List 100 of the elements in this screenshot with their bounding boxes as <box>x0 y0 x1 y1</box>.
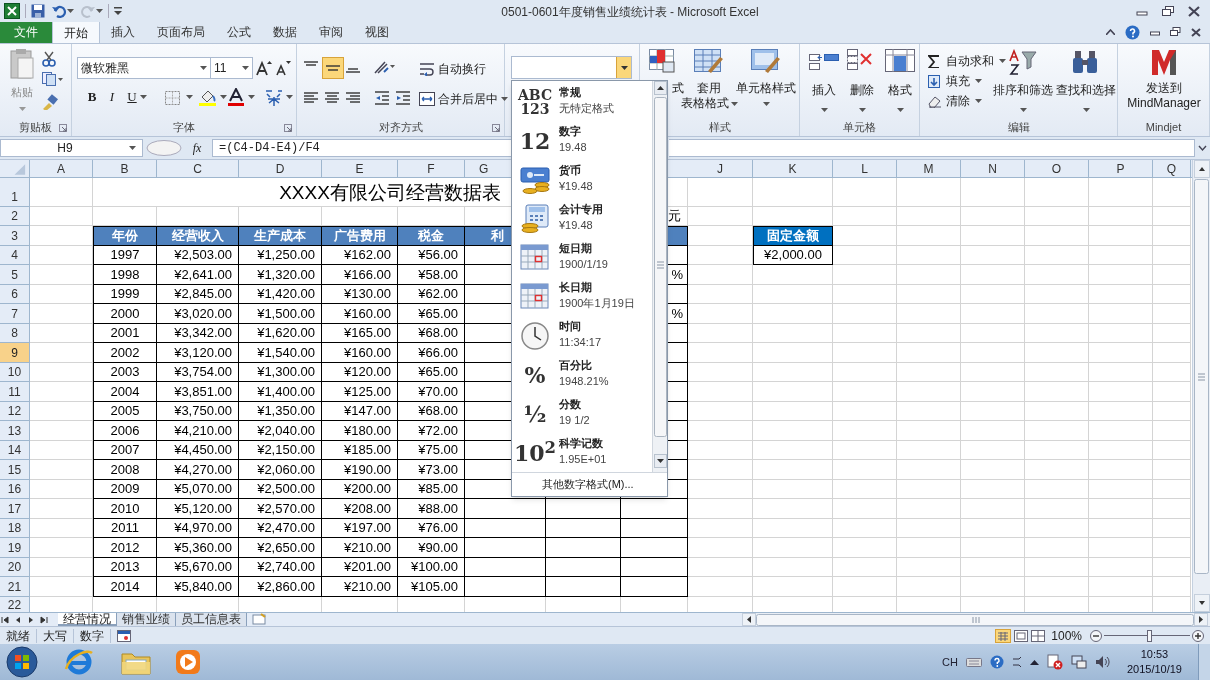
scroll-up-button[interactable] <box>1193 160 1210 178</box>
cut-icon[interactable] <box>42 51 56 67</box>
dialog-launcher-icon[interactable] <box>59 124 67 132</box>
number-format-dropdown-button[interactable] <box>616 57 631 78</box>
ribbon-tab[interactable]: 审阅 <box>308 21 354 43</box>
decrease-font-size-icon[interactable] <box>275 60 291 76</box>
table-cell[interactable]: ¥2,150.00 <box>239 440 322 460</box>
phonetic-dropdown-icon[interactable] <box>286 95 293 99</box>
table-cell[interactable]: ¥180.00 <box>322 421 398 441</box>
table-cell[interactable]: ¥147.00 <box>322 401 398 421</box>
editing-button[interactable]: 查找和选择 <box>1055 49 1117 112</box>
send-to-mindmanager-button[interactable]: 发送到 MindManager <box>1122 49 1206 111</box>
formula-input-area[interactable] <box>669 139 1195 157</box>
caret-icon[interactable] <box>975 79 982 83</box>
row-header[interactable]: 5 <box>0 265 30 285</box>
table-cell[interactable]: ¥160.00 <box>322 343 398 363</box>
table-cell[interactable]: ¥2,060.00 <box>239 460 322 480</box>
more-number-formats-item[interactable]: 其他数字格式(M)... <box>512 472 667 496</box>
align-left-icon[interactable] <box>303 92 319 104</box>
table-cell[interactable]: ¥120.00 <box>322 362 398 382</box>
editing-button[interactable]: 填充 <box>928 72 982 90</box>
action-center-icon[interactable] <box>1046 654 1063 670</box>
merge-center-button[interactable]: 合并后居中 <box>419 90 508 108</box>
table-cell[interactable] <box>465 557 546 577</box>
table-cell[interactable]: 2011 <box>93 518 157 538</box>
borders-icon[interactable] <box>164 90 182 106</box>
caret-icon[interactable] <box>200 66 207 70</box>
table-cell[interactable]: ¥65.00 <box>398 304 465 324</box>
table-cell[interactable]: ¥2,570.00 <box>239 499 322 519</box>
table-cell[interactable]: 2007 <box>93 440 157 460</box>
help-icon[interactable] <box>1125 24 1140 40</box>
table-cell[interactable]: ¥75.00 <box>398 440 465 460</box>
column-header[interactable]: K <box>753 160 833 177</box>
column-header[interactable]: M <box>897 160 961 177</box>
help-icon[interactable] <box>989 655 1004 669</box>
borders-dropdown-icon[interactable] <box>186 95 193 99</box>
row-header[interactable]: 16 <box>0 479 30 499</box>
row-header[interactable]: 8 <box>0 323 30 343</box>
collapse-ribbon-icon[interactable] <box>1106 29 1115 35</box>
start-button[interactable] <box>6 646 38 678</box>
table-cell[interactable]: ¥5,360.00 <box>157 538 239 558</box>
font-color-icon[interactable] <box>227 88 245 106</box>
header-cell[interactable]: 广告费用 <box>322 226 398 246</box>
header-cell[interactable]: 年份 <box>93 226 157 246</box>
table-cell[interactable]: ¥4,970.00 <box>157 518 239 538</box>
table-cell[interactable]: ¥3,020.00 <box>157 304 239 324</box>
clock-time[interactable]: 10:53 <box>1140 647 1169 662</box>
increase-font-size-icon[interactable] <box>256 60 272 76</box>
redo-dropdown-icon[interactable] <box>96 9 103 13</box>
font-name-field[interactable]: 微软雅黑 <box>77 57 211 79</box>
browser-icon[interactable] <box>64 647 94 677</box>
row-header[interactable]: 21 <box>0 577 30 597</box>
table-cell[interactable]: ¥88.00 <box>398 499 465 519</box>
table-cell[interactable]: ¥105.00 <box>398 577 465 597</box>
table-cell[interactable] <box>546 518 621 538</box>
table-cell[interactable]: 1999 <box>93 284 157 304</box>
table-cell[interactable]: ¥2,470.00 <box>239 518 322 538</box>
caret-icon[interactable] <box>999 59 1006 63</box>
table-cell[interactable] <box>465 577 546 597</box>
media-player-icon[interactable] <box>174 648 202 676</box>
table-cell[interactable]: ¥210.00 <box>322 577 398 597</box>
table-cell[interactable]: ¥4,450.00 <box>157 440 239 460</box>
ribbon-tab[interactable]: 视图 <box>354 21 400 43</box>
table-cell[interactable]: 2003 <box>93 362 157 382</box>
table-cell[interactable]: ¥185.00 <box>322 440 398 460</box>
table-cell[interactable] <box>621 518 688 538</box>
cells-button[interactable]: 插入 <box>806 49 842 112</box>
bold-button[interactable]: B <box>84 88 100 106</box>
first-sheet-icon[interactable] <box>0 614 12 625</box>
row-header[interactable]: 2 <box>0 207 30 226</box>
table-cell[interactable]: ¥2,000.00 <box>753 245 833 265</box>
table-cell[interactable]: ¥210.00 <box>322 538 398 558</box>
row-header[interactable]: 18 <box>0 518 30 538</box>
menu-item[interactable]: % 百分比 1948.21% <box>512 356 652 395</box>
tray-options-icon[interactable] <box>1011 655 1022 669</box>
table-cell[interactable]: ¥1,250.00 <box>239 245 322 265</box>
table-cell[interactable]: ¥125.00 <box>322 382 398 402</box>
table-cell[interactable]: ¥2,650.00 <box>239 538 322 558</box>
table-cell[interactable] <box>546 557 621 577</box>
table-cell[interactable]: ¥1,300.00 <box>239 362 322 382</box>
table-cell[interactable]: ¥76.00 <box>398 518 465 538</box>
table-cell[interactable]: ¥3,120.00 <box>157 343 239 363</box>
scroll-left-button[interactable] <box>742 613 756 626</box>
table-cell[interactable]: ¥3,750.00 <box>157 401 239 421</box>
column-header[interactable]: E <box>322 160 398 177</box>
format-painter-icon[interactable] <box>42 94 58 110</box>
dialog-launcher-icon[interactable] <box>284 124 292 132</box>
row-header[interactable]: 20 <box>0 557 30 577</box>
column-header[interactable]: D <box>239 160 322 177</box>
zoom-out-button[interactable] <box>1090 629 1102 642</box>
fill-color-dropdown-icon[interactable] <box>220 95 227 99</box>
table-cell[interactable]: 2005 <box>93 401 157 421</box>
scroll-down-button[interactable] <box>1193 594 1210 612</box>
table-cell[interactable]: 2009 <box>93 479 157 499</box>
number-format-field[interactable] <box>511 56 632 79</box>
row-header[interactable]: 14 <box>0 440 30 460</box>
table-cell[interactable]: 2010 <box>93 499 157 519</box>
scroll-down-button[interactable] <box>653 454 667 468</box>
font-color-dropdown-icon[interactable] <box>248 95 255 99</box>
sheet-tab[interactable]: 员工信息表 <box>176 613 247 626</box>
